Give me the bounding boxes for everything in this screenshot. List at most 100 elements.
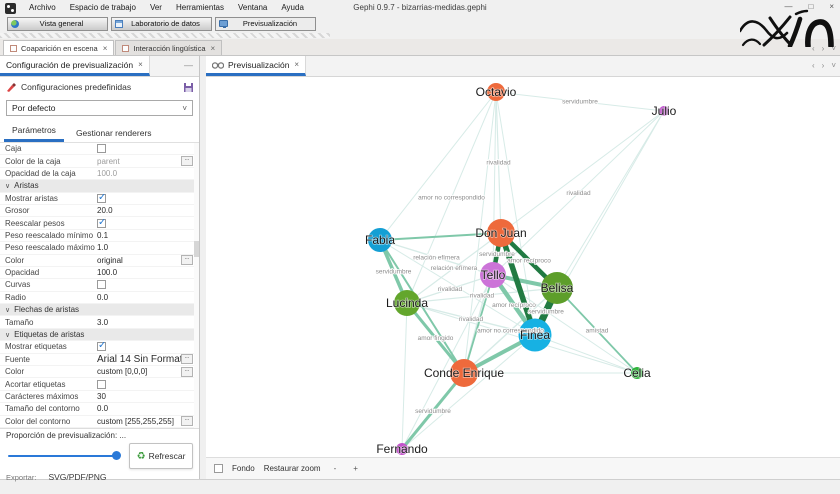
- tab-parametros[interactable]: Parámetros: [4, 122, 64, 142]
- menu-herramientas[interactable]: Herramientas: [169, 0, 231, 15]
- tab-list-icon[interactable]: ˅: [831, 44, 836, 53]
- close-tab-icon[interactable]: ×: [211, 44, 216, 53]
- param-label: Peso reescalado mínimo: [0, 231, 97, 240]
- edge-label: rivalidad: [438, 286, 463, 293]
- tab-scroll-left-icon[interactable]: ‹: [812, 61, 815, 70]
- ellipsis-button[interactable]: ...: [181, 255, 193, 265]
- laboratorio-de-datos-button[interactable]: Laboratorio de datos: [111, 17, 212, 31]
- workspace-tab-icon: [122, 45, 129, 52]
- param-value[interactable]: Arial 14 Sin Formato: [97, 354, 181, 365]
- param-value[interactable]: 30: [97, 392, 106, 401]
- edge-label: amor no correspondido: [418, 195, 485, 202]
- minimize-window-icon[interactable]: —: [784, 0, 792, 14]
- ellipsis-button[interactable]: ...: [181, 416, 193, 426]
- preview-ratio-slider[interactable]: [6, 449, 121, 463]
- param-row: Color del contornocustom [255,255,255]..…: [0, 416, 199, 428]
- param-value[interactable]: 20.0: [97, 206, 113, 215]
- node-label-celia: Celia: [623, 366, 651, 380]
- tab-scroll-left-icon[interactable]: ‹: [812, 44, 815, 53]
- dock-strip: [0, 32, 840, 39]
- tab-previsualizacion[interactable]: Previsualización ×: [206, 56, 306, 76]
- menu-ventana[interactable]: Ventana: [231, 0, 274, 15]
- node-label-julio: Julio: [652, 104, 677, 118]
- param-value[interactable]: 0.0: [97, 404, 108, 413]
- menu-archivo[interactable]: Archivo: [22, 0, 63, 15]
- param-label: Carácteres máximos: [0, 392, 97, 401]
- close-tab-icon[interactable]: ×: [138, 60, 143, 69]
- ellipsis-button[interactable]: ...: [181, 156, 193, 166]
- preview-settings-panel: Configuración de previsualización × — Co…: [0, 56, 200, 479]
- param-checkbox[interactable]: [97, 219, 106, 228]
- close-window-icon[interactable]: ×: [829, 0, 834, 14]
- graph-canvas: servidumbre rivalidad amor no correspondid…: [206, 77, 839, 457]
- param-value[interactable]: original: [97, 256, 123, 265]
- collapse-chevron-icon[interactable]: ∨: [5, 331, 10, 339]
- param-checkbox[interactable]: [97, 144, 106, 153]
- edge-label: rivalidad: [470, 293, 495, 300]
- param-section-header[interactable]: ∨ Etiquetas de aristas: [0, 329, 199, 341]
- param-value[interactable]: parent: [97, 157, 120, 166]
- param-label: Opacidad de la caja: [0, 169, 97, 178]
- param-row: Colorcustom [0,0,0]...: [0, 366, 199, 378]
- menu-ayuda[interactable]: Ayuda: [274, 0, 311, 15]
- zoom-out-button[interactable]: -: [330, 464, 341, 473]
- menu-ver[interactable]: Ver: [143, 0, 169, 15]
- param-label: Color: [0, 367, 97, 376]
- param-value[interactable]: 0.0: [97, 293, 108, 302]
- slider-track[interactable]: [8, 455, 115, 457]
- param-value[interactable]: 3.0: [97, 318, 108, 327]
- param-value[interactable]: custom [0,0,0]: [97, 367, 147, 376]
- preview-bottom-bar: Fondo Restaurar zoom - +: [206, 457, 840, 479]
- param-row: Acortar etiquetas: [0, 378, 199, 390]
- minimize-panel-icon[interactable]: —: [178, 56, 199, 76]
- restore-zoom-button[interactable]: Restaurar zoom: [264, 464, 321, 473]
- param-checkbox[interactable]: [97, 342, 106, 351]
- tab-coaparicion-en-escena[interactable]: Coaparición en escena ×: [3, 40, 114, 55]
- param-section-header[interactable]: ∨Aristas: [0, 180, 199, 192]
- tab-scroll-right-icon[interactable]: ›: [822, 61, 825, 70]
- param-value[interactable]: 100.0: [97, 169, 117, 178]
- section-label: Etiquetas de aristas: [14, 330, 84, 339]
- param-value[interactable]: 100.0: [97, 268, 117, 277]
- slider-thumb[interactable]: [112, 451, 121, 460]
- tab-gestionar-renderers[interactable]: Gestionar renderers: [68, 125, 160, 142]
- workspace-button-bar: Vista general Laboratorio de datos Previ…: [0, 15, 840, 32]
- close-tab-icon[interactable]: ×: [103, 44, 108, 53]
- graph-edge-julio-belisa: [557, 111, 664, 288]
- maximize-window-icon[interactable]: □: [808, 0, 813, 14]
- params-scrollbar[interactable]: [194, 143, 199, 428]
- edge-label: servidumbre: [376, 269, 412, 276]
- ellipsis-button[interactable]: ...: [181, 354, 193, 364]
- preset-dropdown[interactable]: Por defecto ˅: [6, 100, 193, 116]
- previsualizacion-button[interactable]: Previsualización: [215, 17, 316, 31]
- param-value[interactable]: custom [255,255,255]: [97, 417, 174, 426]
- node-label-finea: Finea: [520, 328, 550, 342]
- save-preset-icon[interactable]: [184, 83, 193, 92]
- collapse-chevron-icon[interactable]: ∨: [5, 306, 10, 314]
- menu-espacio-de-trabajo[interactable]: Espacio de trabajo: [63, 0, 143, 15]
- param-checkbox[interactable]: [97, 380, 106, 389]
- graph-edge-finea-fernando: [402, 335, 535, 449]
- ellipsis-button[interactable]: ...: [181, 367, 193, 377]
- tab-interaccion-linguistica[interactable]: Interacción lingüística ×: [115, 40, 222, 55]
- refresh-button[interactable]: ♻ Refrescar: [129, 443, 193, 469]
- param-checkbox[interactable]: [97, 194, 106, 203]
- node-label-tello: Tello: [481, 268, 506, 282]
- param-section-header[interactable]: ∨Flechas de aristas: [0, 304, 199, 316]
- tab-scroll-right-icon[interactable]: ›: [822, 44, 825, 53]
- export-formats-link[interactable]: SVG/PDF/PNG: [48, 472, 106, 482]
- fondo-checkbox[interactable]: [214, 464, 223, 473]
- scrollbar-thumb[interactable]: [194, 241, 199, 257]
- close-tab-icon[interactable]: ×: [294, 60, 299, 69]
- param-value[interactable]: 1.0: [97, 243, 108, 252]
- collapse-chevron-icon[interactable]: ∨: [5, 182, 10, 190]
- vista-general-button[interactable]: Vista general: [7, 17, 108, 31]
- param-checkbox[interactable]: [97, 280, 106, 289]
- tab-list-icon[interactable]: ˅: [831, 61, 836, 70]
- monitor-icon: [219, 20, 228, 27]
- graph-edge-julio-don-juan: [501, 111, 664, 233]
- tab-configuracion-previsualizacion[interactable]: Configuración de previsualización ×: [0, 56, 150, 76]
- zoom-in-button[interactable]: +: [349, 464, 362, 473]
- param-value[interactable]: 0.1: [97, 231, 108, 240]
- preview-canvas[interactable]: servidumbre rivalidad amor no correspondid…: [206, 77, 840, 457]
